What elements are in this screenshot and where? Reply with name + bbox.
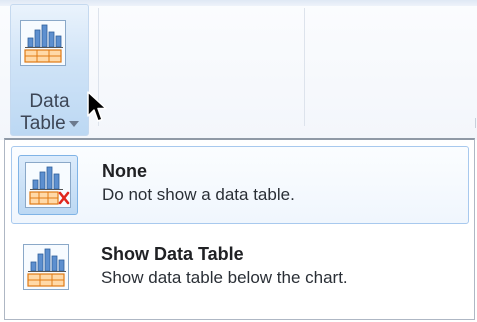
no-data-table-icon (18, 155, 78, 215)
menu-item-title: None (102, 161, 147, 181)
data-table-button[interactable]: Data Table (10, 4, 89, 136)
ribbon-separator (304, 8, 305, 126)
menu-item-none[interactable]: None Do not show a data table. (11, 146, 469, 224)
menu-item-title: Show Data Table (101, 244, 244, 264)
menu-item-description: Show data table below the chart. (101, 268, 348, 287)
menu-item-description: Do not show a data table. (102, 185, 295, 204)
mouse-cursor-icon (87, 91, 107, 122)
menu-item-show-data-table[interactable]: Show Data Table Show data table below th… (11, 230, 469, 308)
dropdown-arrow-icon (68, 120, 79, 127)
show-data-table-icon (17, 238, 77, 298)
data-table-label: Data (29, 91, 70, 112)
data-table-label-text: Table (20, 113, 66, 134)
ribbon: Data Table (0, 0, 477, 140)
data-table-label-line2: Table (11, 113, 88, 135)
data-table-dropdown-menu: None Do not show a data table. Show Data… (4, 138, 475, 320)
data-table-icon (20, 20, 66, 66)
ribbon-separator (475, 118, 476, 128)
